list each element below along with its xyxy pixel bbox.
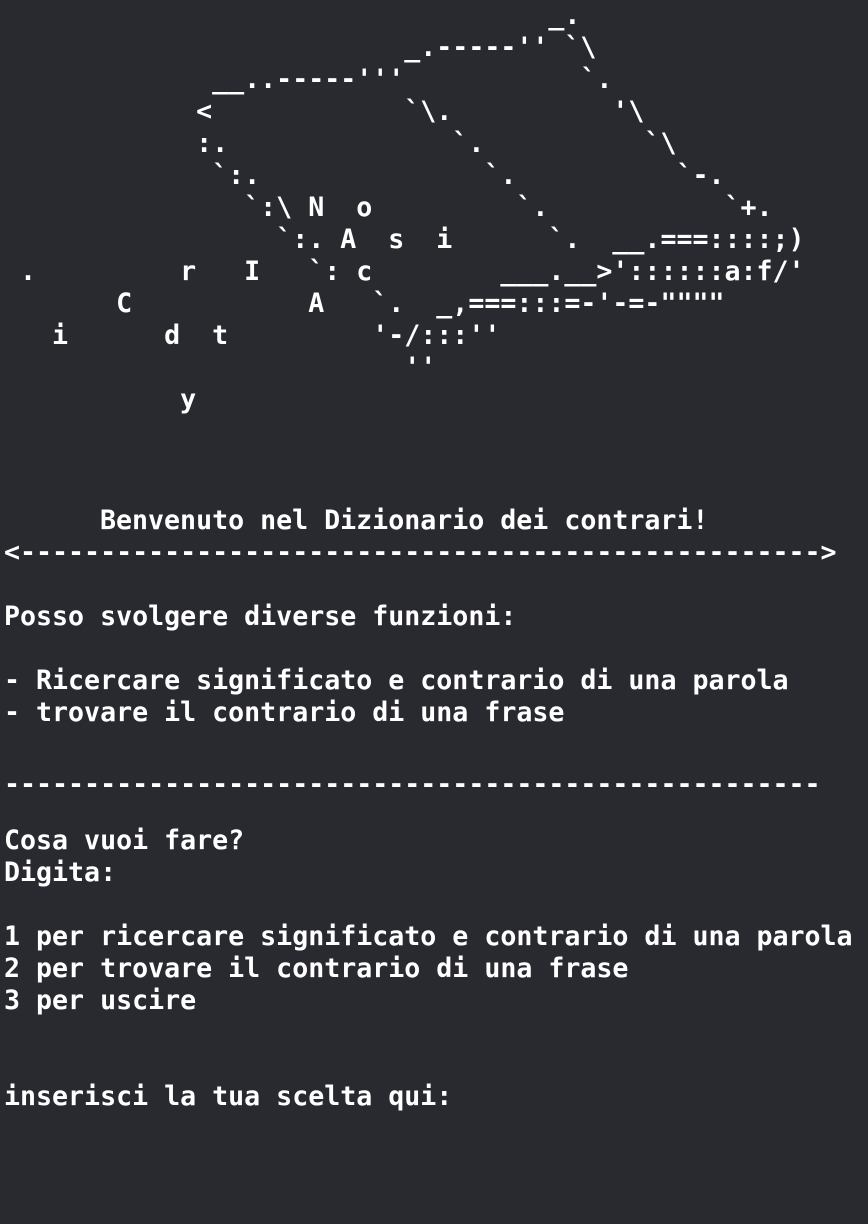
terminal-window[interactable]: _. _.-----'' `\ __..-----''' `. < `\. '\… (0, 0, 868, 1224)
question-text: Cosa vuoi fare? (4, 825, 245, 856)
input-prompt-label: inserisci la tua scelta qui: (4, 1081, 453, 1112)
instruction-text: Digita: (4, 857, 117, 888)
option-1: 1 per ricercare significato e contrario … (4, 921, 853, 952)
ascii-art-logo: _. _.-----'' `\ __..-----''' `. < `\. '\… (20, 0, 805, 415)
arrow-divider: <---------------------------------------… (4, 537, 837, 568)
option-2: 2 per trovare il contrario di una frase (4, 953, 629, 984)
input-prompt-line[interactable]: inserisci la tua scelta qui: (4, 1081, 466, 1113)
function-item-phrase: - trovare il contrario di una frase (4, 697, 565, 728)
functions-intro: Posso svolgere diverse funzioni: (4, 601, 517, 632)
input-cursor[interactable] (452, 1081, 466, 1109)
option-3: 3 per uscire (4, 985, 197, 1016)
dash-divider: ----------------------------------------… (4, 769, 821, 800)
function-item-word: - Ricercare significato e contrario di u… (4, 665, 789, 696)
welcome-title: Benvenuto nel Dizionario dei contrari! (100, 505, 709, 536)
